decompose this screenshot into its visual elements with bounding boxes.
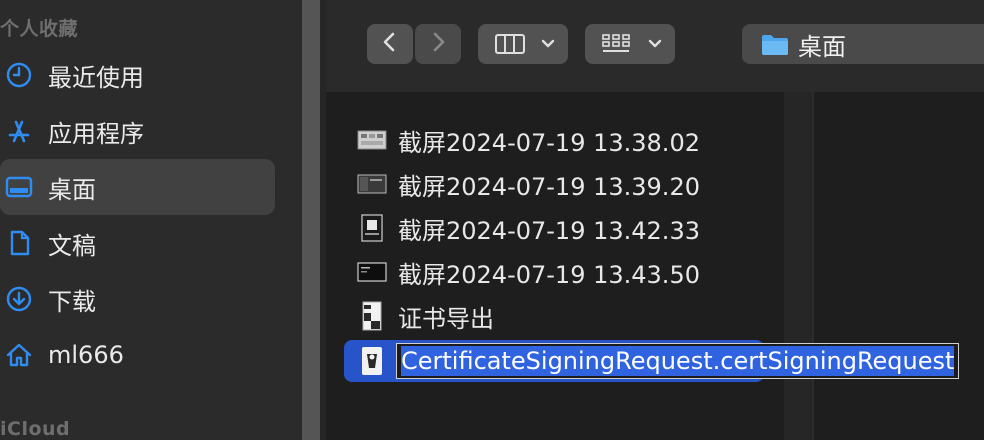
sidebar-item-label: ml666 xyxy=(48,341,124,369)
file-name: 截屏2024-07-19 13.42.33 xyxy=(398,216,700,245)
sidebar-item-downloads[interactable]: 下载 xyxy=(0,271,275,327)
chevron-down-icon xyxy=(647,34,663,58)
sidebar-item-label: 桌面 xyxy=(48,175,96,204)
grid-view-icon xyxy=(601,32,633,60)
chevron-left-icon xyxy=(380,30,400,58)
column-view-icon xyxy=(494,32,528,60)
file-name: 证书导出 xyxy=(398,304,494,333)
rename-field[interactable]: CertificateSigningRequest.certSigningReq… xyxy=(396,343,960,379)
screenshot-thumbnail-icon xyxy=(356,170,388,198)
sidebar: 个人收藏 最近使用 应用程序 桌面 文稿 下载 ml666 iCloud xyxy=(0,0,302,440)
column-resize-handle[interactable] xyxy=(784,92,812,440)
screenshot-thumbnail-icon xyxy=(356,214,388,242)
file-column: 截屏2024-07-19 13.38.02 截屏2024-07-19 13.39… xyxy=(326,92,984,440)
sidebar-item-desktop[interactable]: 桌面 xyxy=(0,159,275,215)
download-icon xyxy=(4,284,34,314)
back-button[interactable] xyxy=(367,24,413,64)
file-name: 截屏2024-07-19 13.39.20 xyxy=(398,172,700,201)
file-name: 截屏2024-07-19 13.43.50 xyxy=(398,260,700,289)
desktop-icon xyxy=(4,172,34,202)
icloud-header: iCloud xyxy=(0,418,71,440)
sidebar-item-recents[interactable]: 最近使用 xyxy=(0,47,275,103)
location-label: 桌面 xyxy=(798,32,846,61)
column-divider xyxy=(812,92,814,440)
folder-icon xyxy=(760,31,790,61)
location-popup[interactable]: 桌面 xyxy=(742,24,984,64)
sidebar-item-documents[interactable]: 文稿 xyxy=(0,215,275,271)
document-icon xyxy=(4,228,34,258)
certificate-request-icon xyxy=(356,347,388,375)
screenshot-thumbnail-icon xyxy=(356,258,388,286)
zip-file-icon xyxy=(356,301,388,331)
finder-window: 个人收藏 最近使用 应用程序 桌面 文稿 下载 ml666 iCloud 桌面 … xyxy=(0,0,984,440)
app-store-icon xyxy=(4,116,34,146)
sidebar-item-label: 文稿 xyxy=(48,231,96,260)
sidebar-item-applications[interactable]: 应用程序 xyxy=(0,103,275,159)
sidebar-item-home[interactable]: ml666 xyxy=(0,327,275,383)
file-name: 截屏2024-07-19 13.38.02 xyxy=(398,128,700,157)
toolbar: 桌面 xyxy=(326,0,984,92)
home-icon xyxy=(4,340,34,370)
favorites-header: 个人收藏 xyxy=(0,18,79,40)
rename-field-text: CertificateSigningRequest.certSigningReq… xyxy=(401,346,955,376)
clock-icon xyxy=(4,60,34,90)
sidebar-resize-handle[interactable] xyxy=(302,0,320,440)
group-by-button[interactable] xyxy=(585,24,675,64)
chevron-down-icon xyxy=(540,34,556,58)
forward-button[interactable] xyxy=(415,24,461,64)
sidebar-item-label: 应用程序 xyxy=(48,119,144,148)
chevron-right-icon xyxy=(428,30,448,58)
sidebar-item-label: 下载 xyxy=(48,287,96,316)
screenshot-thumbnail-icon xyxy=(356,126,388,154)
sidebar-item-label: 最近使用 xyxy=(48,63,144,92)
view-mode-button[interactable] xyxy=(478,24,568,64)
